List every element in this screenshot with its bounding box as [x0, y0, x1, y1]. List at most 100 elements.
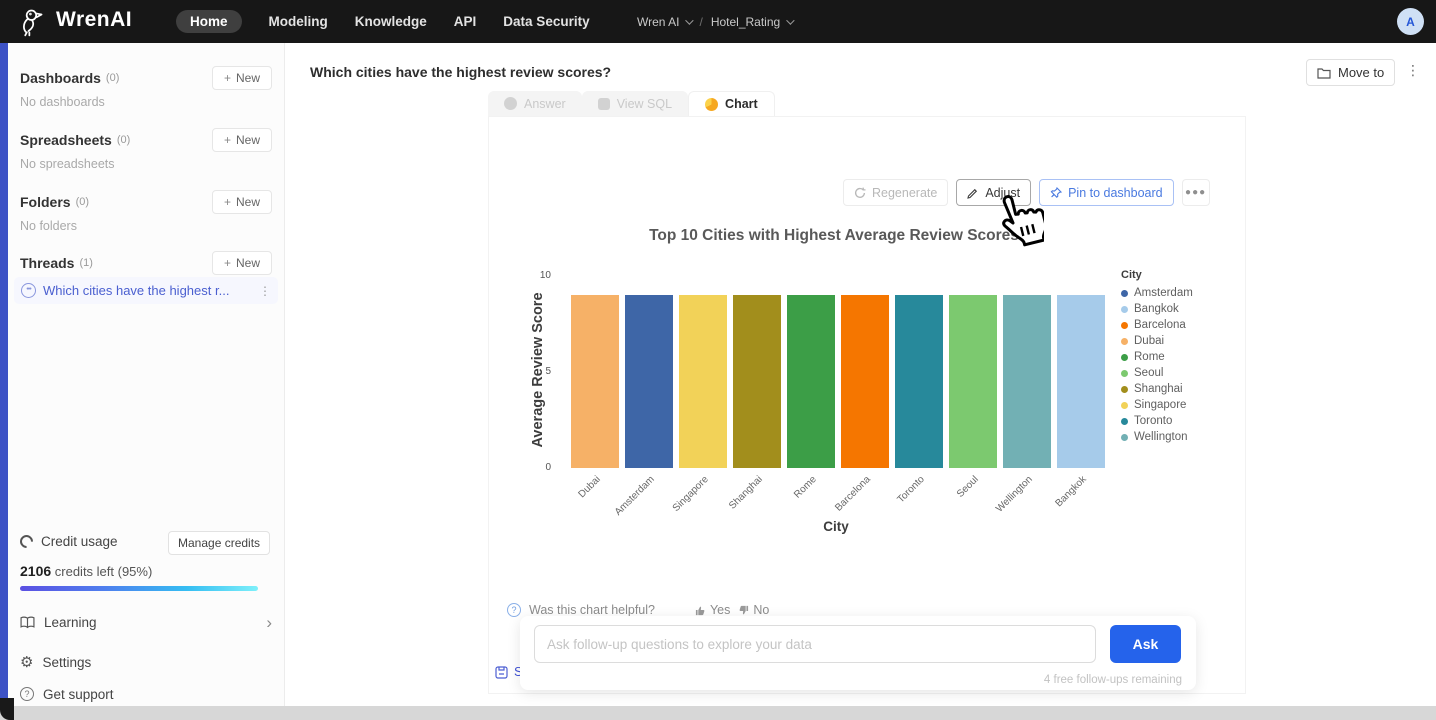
help-circle-icon: ?: [507, 603, 521, 617]
legend-swatch: [1121, 386, 1128, 393]
legend-title: City: [1121, 269, 1193, 281]
legend-swatch: [1121, 306, 1128, 313]
legend-item-shanghai: Shanghai: [1121, 381, 1193, 397]
legend-swatch: [1121, 290, 1128, 297]
breadcrumb-separator: /: [699, 15, 702, 29]
answer-tab-icon: [504, 97, 517, 110]
bar-seoul: [949, 295, 997, 468]
sidebar-section-dashboards: Dashboards (0) +New: [20, 65, 272, 91]
chevron-down-icon: [786, 16, 794, 24]
legend-items: AmsterdamBangkokBarcelonaDubaiRomeSeoulS…: [1121, 285, 1193, 445]
sidebar-item-learning[interactable]: Learning ›: [20, 610, 272, 634]
legend-item-amsterdam: Amsterdam: [1121, 285, 1193, 301]
empty-spreadsheets-text: No spreadsheets: [20, 157, 115, 171]
new-dashboard-button[interactable]: +New: [212, 66, 272, 90]
credits-left-text: 2106 credits left (95%): [20, 563, 152, 579]
regenerate-label: Regenerate: [872, 186, 937, 200]
settings-label: Settings: [42, 655, 91, 670]
legend-swatch: [1121, 418, 1128, 425]
pin-to-dashboard-button[interactable]: Pin to dashboard: [1039, 179, 1174, 206]
new-button-label: New: [236, 195, 260, 209]
tab-chart[interactable]: Chart: [688, 91, 775, 116]
y-axis-ticks: 0510: [527, 276, 555, 468]
save-link-partial[interactable]: S: [495, 664, 523, 679]
bar-plot-area: [566, 276, 1106, 468]
legend-label: Shanghai: [1134, 383, 1183, 395]
legend-item-dubai: Dubai: [1121, 333, 1193, 349]
legend-label: Bangkok: [1134, 303, 1179, 315]
followup-input[interactable]: [534, 625, 1096, 663]
sidebar-section-folders: Folders (0) +New: [20, 189, 272, 215]
legend-label: Wellington: [1134, 431, 1188, 443]
bar-dubai: [571, 295, 619, 468]
thread-item[interactable]: ••• Which cities have the highest r... ⋮: [14, 277, 278, 304]
chart-card: Regenerate Adjust Pin to dashboard ●●● T…: [488, 116, 1246, 694]
section-title: Threads: [20, 255, 74, 271]
new-thread-button[interactable]: +New: [212, 251, 272, 275]
empty-folders-text: No folders: [20, 219, 77, 233]
feedback-no-button[interactable]: No: [738, 603, 769, 617]
adjust-button[interactable]: Adjust: [956, 179, 1031, 206]
section-title: Dashboards: [20, 70, 101, 86]
plus-icon: +: [224, 133, 231, 147]
chevron-down-icon: [686, 16, 694, 24]
new-folder-button[interactable]: +New: [212, 190, 272, 214]
legend-label: Singapore: [1134, 399, 1186, 411]
nav-item-api[interactable]: API: [454, 14, 477, 29]
move-to-button[interactable]: Move to: [1306, 59, 1395, 86]
followups-remaining-text: 4 free follow-ups remaining: [1044, 674, 1182, 686]
move-to-label: Move to: [1338, 65, 1384, 80]
legend-swatch: [1121, 434, 1128, 441]
section-title: Folders: [20, 194, 71, 210]
plus-icon: +: [224, 71, 231, 85]
book-icon: [20, 616, 35, 629]
tab-label: Chart: [725, 97, 758, 111]
nav-item-home[interactable]: Home: [176, 10, 242, 33]
legend-label: Rome: [1134, 351, 1165, 363]
pushpin-icon: [1050, 187, 1062, 199]
project-selector[interactable]: Wren AI: [637, 15, 691, 29]
ask-button[interactable]: Ask: [1110, 625, 1181, 663]
chart-feedback-row: ? Was this chart helpful? Yes No: [507, 603, 769, 617]
bar-toronto: [895, 295, 943, 468]
tab-view-sql[interactable]: View SQL: [582, 91, 688, 116]
nav-item-modeling[interactable]: Modeling: [269, 14, 328, 29]
regenerate-button[interactable]: Regenerate: [843, 179, 948, 206]
section-count: (1): [79, 257, 92, 269]
section-title: Spreadsheets: [20, 132, 112, 148]
answer-tabs: Answer View SQL Chart: [488, 91, 775, 116]
section-count: (0): [106, 72, 119, 84]
get-support-label: Get support: [43, 687, 114, 702]
refresh-icon: [854, 187, 866, 199]
sidebar-section-spreadsheets: Spreadsheets (0) +New: [20, 127, 272, 153]
learning-label: Learning: [44, 615, 97, 630]
bar-shanghai: [733, 295, 781, 468]
chart-more-button[interactable]: ●●●: [1182, 179, 1210, 206]
feedback-yes-button[interactable]: Yes: [695, 603, 730, 617]
yes-label: Yes: [710, 603, 730, 617]
wrenai-logo-icon[interactable]: [18, 6, 49, 42]
new-spreadsheet-button[interactable]: + New: [212, 128, 272, 152]
legend-item-bangkok: Bangkok: [1121, 301, 1193, 317]
nav-item-data-security[interactable]: Data Security: [503, 14, 589, 29]
y-tick-label: 10: [527, 270, 551, 281]
nav-item-knowledge[interactable]: Knowledge: [355, 14, 427, 29]
thread-more-icon[interactable]: ⋮: [259, 284, 271, 298]
dataset-name: Hotel_Rating: [711, 15, 780, 29]
thread-menu-icon[interactable]: ⋮: [1406, 62, 1420, 79]
window-bottom-edge: [0, 706, 1436, 720]
pencil-icon: [967, 187, 979, 199]
thumbs-up-icon: [695, 605, 706, 616]
new-button-label: New: [236, 133, 260, 147]
tab-answer[interactable]: Answer: [488, 91, 582, 116]
sidebar-item-get-support[interactable]: ? Get support: [20, 682, 272, 706]
dataset-selector[interactable]: Hotel_Rating: [711, 15, 792, 29]
legend-label: Toronto: [1134, 415, 1172, 427]
no-label: No: [753, 603, 769, 617]
legend-label: Seoul: [1134, 367, 1163, 379]
user-avatar[interactable]: A: [1397, 8, 1424, 35]
feedback-question: Was this chart helpful?: [529, 603, 655, 617]
sidebar-item-settings[interactable]: ⚙ Settings: [20, 650, 272, 674]
sql-tab-icon: [598, 98, 610, 110]
manage-credits-button[interactable]: Manage credits: [168, 531, 270, 555]
